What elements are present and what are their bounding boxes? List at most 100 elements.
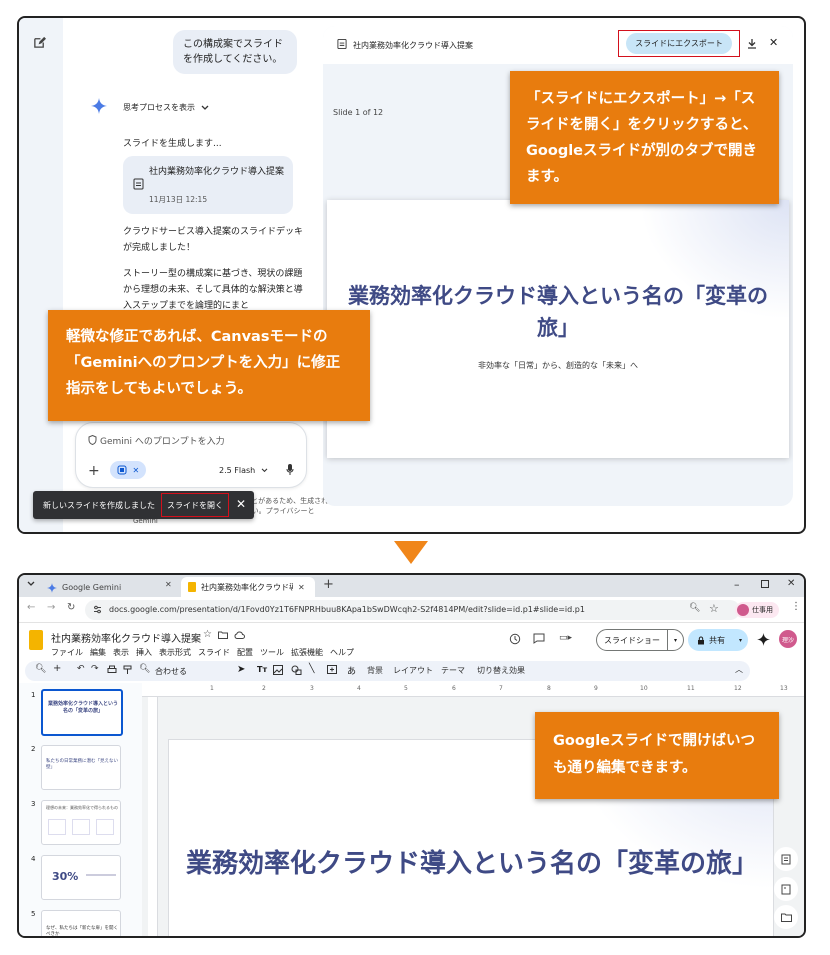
line-icon[interactable]: ╲ (309, 664, 314, 674)
bookmark-star-icon[interactable]: ☆ (709, 602, 719, 615)
menu-format[interactable]: 表示形式 (159, 647, 191, 658)
slide-thumb-4[interactable]: 30% (41, 855, 121, 900)
meet-icon[interactable]: ▭▸ (559, 633, 572, 643)
close-icon[interactable]: ✕ (236, 497, 246, 511)
transition-button[interactable]: 切り替え効果 (477, 665, 525, 676)
chevron-down-icon[interactable]: ▾ (739, 637, 742, 644)
open-slides-button[interactable]: スライドを開く (161, 493, 229, 517)
address-bar[interactable]: docs.google.com/presentation/d/1Fovd0Yz1… (85, 600, 740, 620)
export-to-slides-button[interactable]: スライドにエクスポート (626, 33, 732, 54)
profile-chip[interactable]: 仕事用 (735, 602, 779, 618)
star-icon[interactable]: ☆ (203, 629, 212, 640)
download-icon[interactable] (747, 38, 757, 49)
prompt-box: Gemini へのプロンプトを入力 + ✕ 2.5 Flash (75, 422, 307, 488)
thumb-card (72, 819, 90, 835)
close-chip-icon[interactable]: ✕ (132, 466, 139, 475)
forward-icon[interactable]: → (47, 602, 55, 613)
folder-icon[interactable] (774, 905, 798, 929)
add-icon[interactable]: + (88, 463, 100, 479)
input-tools-icon[interactable]: あ (347, 664, 356, 677)
chevron-down-icon (261, 468, 268, 473)
background-button[interactable]: 背景 (367, 665, 383, 676)
menu-insert[interactable]: 挿入 (136, 647, 152, 658)
text-box-icon[interactable]: Tт (257, 665, 267, 674)
maximize-icon[interactable] (761, 580, 769, 588)
close-tab-icon[interactable]: ✕ (165, 580, 172, 589)
vertical-ruler (148, 697, 158, 936)
site-info-icon[interactable] (93, 605, 102, 614)
lock-icon (697, 636, 705, 645)
redo-icon[interactable]: ↷ (91, 664, 99, 674)
close-tab-icon[interactable]: ✕ (298, 583, 305, 592)
move-folder-icon[interactable] (218, 631, 228, 639)
doc-card[interactable]: 社内業務効率化クラウド導入提案 11月13日 12:15 (123, 156, 293, 214)
zoom-fit-label[interactable]: 合わせる (155, 666, 187, 677)
thumb-title: なぜ、私たちは「新たな扉」を開くべきか (46, 926, 118, 937)
user-message: この構成案でスライドを作成してください。 (173, 30, 297, 74)
canvas-chip[interactable]: ✕ (110, 461, 146, 479)
menu-edit[interactable]: 編集 (90, 647, 106, 658)
keep-icon[interactable] (774, 847, 798, 871)
url-text: docs.google.com/presentation/d/1Fovd0Yz1… (109, 605, 585, 614)
new-tab-icon[interactable]: + (323, 577, 334, 592)
tab-slides[interactable]: 社内業務効率化クラウド導入提 ✕ (181, 577, 315, 597)
undo-icon[interactable]: ↶ (77, 664, 85, 674)
back-icon[interactable]: ← (27, 602, 35, 613)
slideshow-button[interactable]: スライドショー ▾ (596, 629, 684, 651)
close-window-icon[interactable]: ✕ (787, 578, 795, 589)
slide-thumb-3[interactable]: 理想の未来：業務効率化で得られるもの (41, 800, 121, 845)
slide-thumb-5[interactable]: なぜ、私たちは「新たな扉」を開くべきか (41, 910, 121, 937)
menu-arrange[interactable]: 配置 (237, 647, 253, 658)
tab-gemini[interactable]: Google Gemini (41, 578, 181, 597)
share-button[interactable]: 共有 ▾ (688, 629, 748, 651)
print-icon[interactable] (107, 665, 117, 675)
history-icon[interactable] (509, 633, 521, 645)
search-icon[interactable]: 🔍︎ (35, 664, 46, 674)
chevron-down-icon[interactable]: ▾ (667, 630, 683, 650)
select-cursor-icon[interactable]: ➤ (237, 664, 245, 675)
slide-preview: 業務効率化クラウド導入という名の「変革の旅」 非効率な「日常」から、創造的な「未… (327, 200, 789, 458)
new-chat-icon[interactable] (33, 36, 46, 49)
menu-slide[interactable]: スライド (198, 647, 230, 658)
new-slide-icon[interactable]: + (53, 663, 61, 674)
comment-icon[interactable] (533, 633, 545, 644)
browser-menu-icon[interactable]: ⋮ (791, 601, 801, 612)
horizontal-ruler: 1 2 3 4 5 6 7 8 9 10 11 12 13 (142, 683, 804, 697)
paint-format-icon[interactable] (123, 665, 132, 675)
thinking-toggle[interactable]: 思考プロセスを表示 (123, 102, 209, 113)
thumb-title: 私たちの日常業務に潜む「見えない壁」 (46, 759, 118, 770)
ruler-tick: 7 (499, 685, 503, 692)
slide-title[interactable]: 業務効率化クラウド導入という名の「変革の旅」 (177, 846, 767, 882)
slides-logo-icon[interactable] (29, 630, 43, 650)
menu-help[interactable]: ヘルプ (330, 647, 354, 658)
microphone-icon[interactable] (286, 464, 294, 476)
slide-thumb-1[interactable]: 業務効率化クラウド導入という名の「変革の旅」 (41, 689, 123, 736)
comment-add-icon[interactable] (327, 665, 337, 675)
shape-icon[interactable] (291, 665, 302, 675)
gemini-screenshot-frame: この構成案でスライドを作成してください。 思考プロセスを表示 スライドを生成しま… (17, 16, 806, 534)
menu-extensions[interactable]: 拡張機能 (291, 647, 323, 658)
slide-thumb-2[interactable]: 私たちの日常業務に潜む「見えない壁」 (41, 745, 121, 790)
chevron-up-icon[interactable]: ︿ (735, 664, 743, 675)
menu-view[interactable]: 表示 (113, 647, 129, 658)
notes-icon[interactable] (774, 877, 798, 901)
tab-slides-label: 社内業務効率化クラウド導入提 (201, 582, 293, 592)
menu-file[interactable]: ファイル (51, 647, 83, 658)
layout-button[interactable]: レイアウト (393, 665, 433, 676)
tab-list-icon[interactable] (27, 581, 35, 587)
reload-icon[interactable]: ↻ (67, 602, 75, 613)
gemini-sparkle-icon[interactable] (757, 633, 770, 646)
doc-title[interactable]: 社内業務効率化クラウド導入提案 (51, 630, 201, 645)
model-selector[interactable]: 2.5 Flash (219, 466, 268, 475)
close-canvas-icon[interactable]: ✕ (769, 36, 778, 49)
theme-button[interactable]: テーマ (441, 665, 465, 676)
thumb-number: 1 (31, 691, 36, 699)
zoom-icon[interactable]: 🔍︎ (139, 664, 150, 674)
thumb-big-number: 30% (52, 870, 79, 883)
image-icon[interactable] (273, 665, 283, 675)
prompt-input[interactable]: Gemini へのプロンプトを入力 (100, 434, 225, 447)
minimize-icon[interactable]: – (734, 578, 740, 591)
menu-tools[interactable]: ツール (260, 647, 284, 658)
avatar[interactable]: 理沙 (779, 630, 797, 648)
zoom-icon[interactable]: 🔍︎ (689, 603, 700, 613)
